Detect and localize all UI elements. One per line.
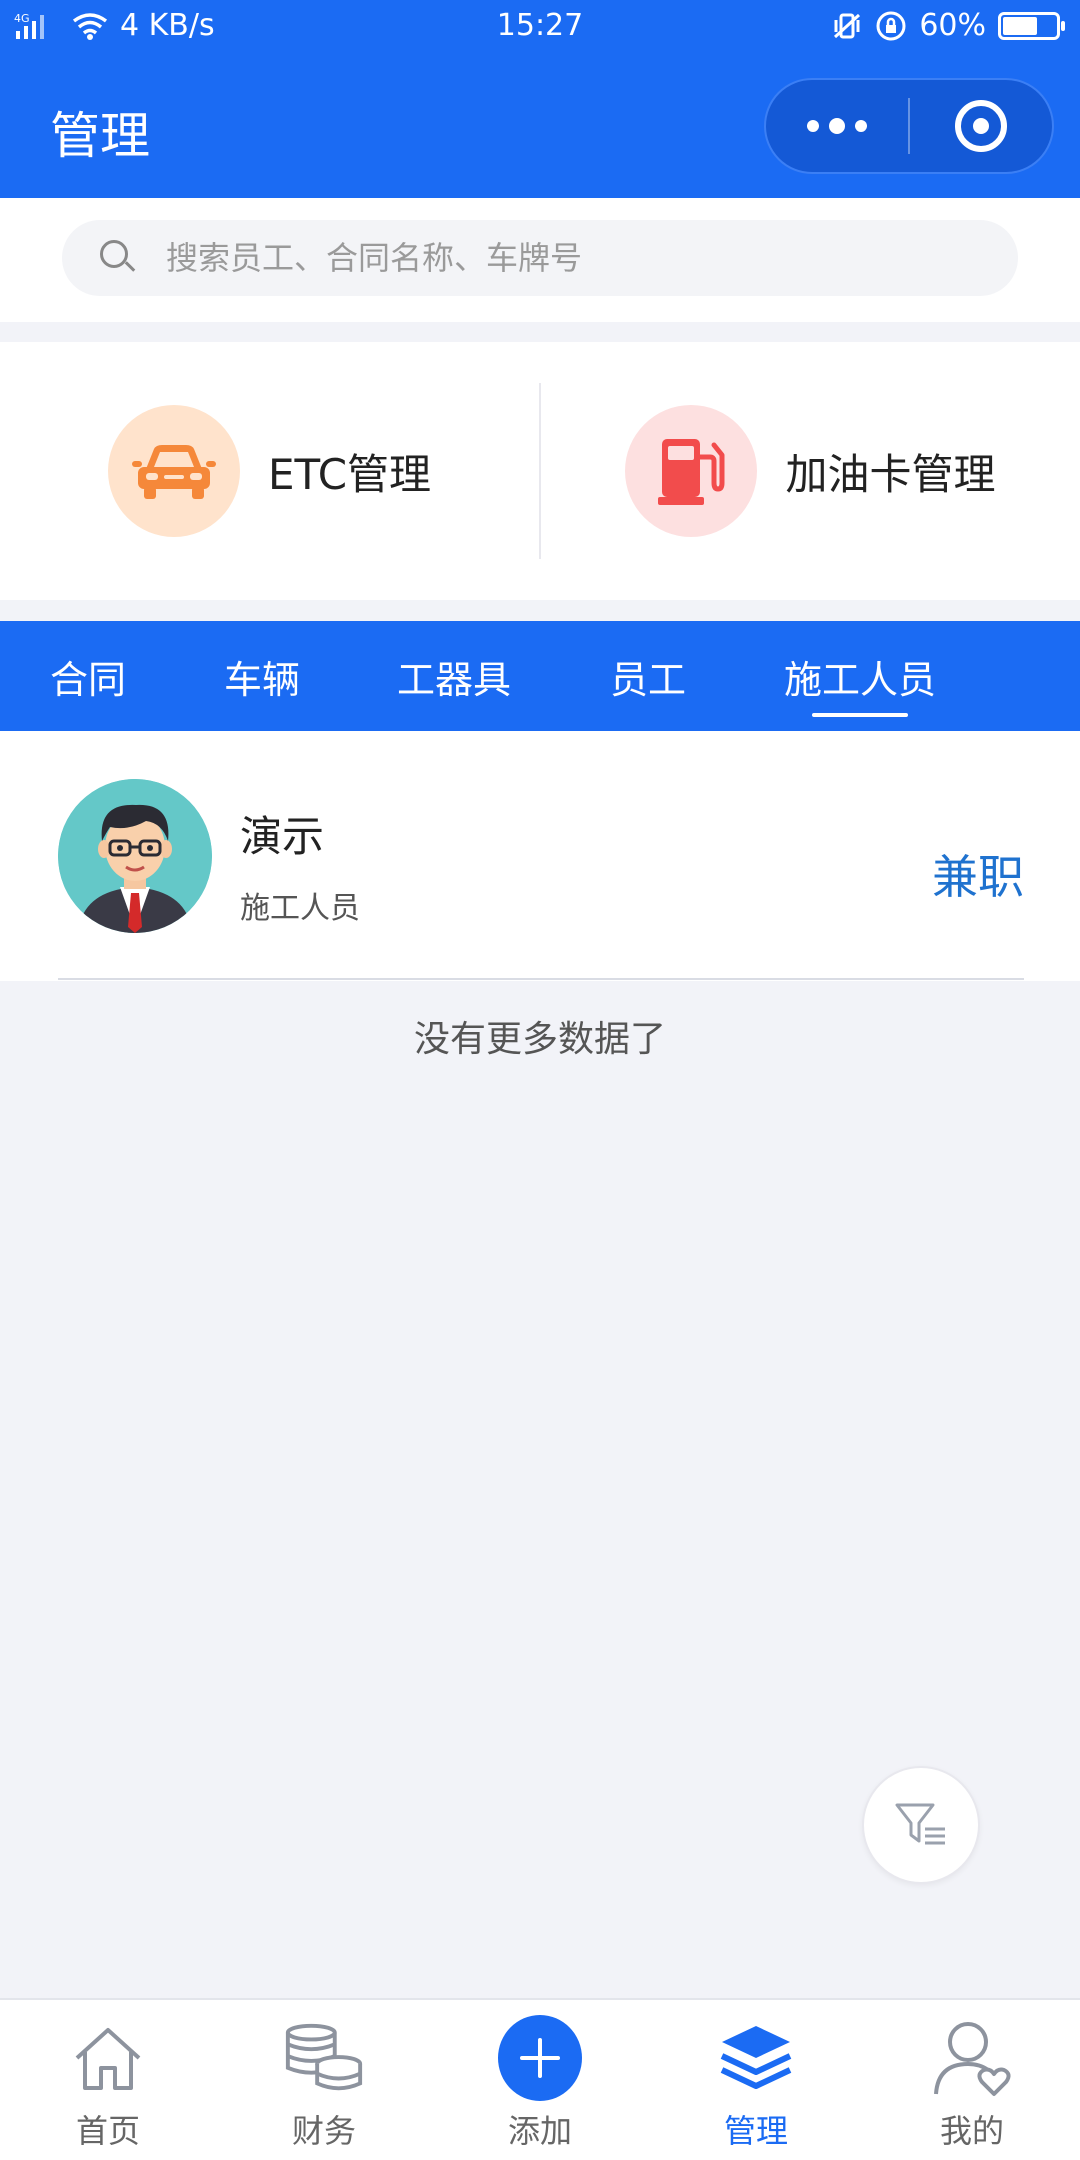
search-input[interactable] [166, 239, 966, 277]
page-title: 管理 [50, 107, 150, 165]
nav-add[interactable]: 添加 [432, 2000, 648, 2160]
more-options-button[interactable] [766, 80, 908, 172]
person-role: 施工人员 [240, 891, 360, 926]
etc-management-card[interactable]: ETC管理 [0, 342, 539, 600]
nav-label: 添加 [507, 2112, 572, 2150]
nav-finance[interactable]: 财务 [216, 2000, 432, 2160]
management-cards: ETC管理 加油卡管理 [0, 342, 1080, 600]
search-bar[interactable] [62, 220, 1018, 296]
tab-construction-workers[interactable]: 施工人员 [784, 621, 936, 731]
filter-icon [895, 1803, 945, 1845]
list-item[interactable]: 演示 施工人员 兼职 [0, 731, 1080, 981]
fuel-pump-icon [658, 439, 725, 505]
car-icon [131, 445, 216, 499]
nav-label: 我的 [939, 2112, 1004, 2150]
category-tabs: 合同 车辆 工器具 员工 施工人员 [0, 621, 1080, 731]
fuel-icon-circle [625, 405, 758, 537]
bottom-navigation: 首页 财务 添加 管理 我的 [0, 1998, 1080, 2160]
tab-label: 工器具 [397, 657, 512, 702]
fuel-card-management-card[interactable]: 加油卡管理 [541, 342, 1080, 600]
nav-home[interactable]: 首页 [0, 2000, 216, 2160]
search-icon [100, 240, 136, 276]
vibrate-icon [834, 13, 861, 38]
nav-label: 管理 [723, 2112, 788, 2150]
close-mini-program-button[interactable] [910, 80, 1052, 172]
active-tab-indicator [812, 713, 909, 717]
tab-vehicles[interactable]: 车辆 [224, 621, 300, 731]
avatar [58, 779, 212, 933]
user-heart-icon [934, 2022, 1011, 2096]
person-name: 演示 [240, 812, 325, 861]
battery-icon [998, 11, 1065, 40]
tab-label: 合同 [50, 657, 127, 702]
nav-manage[interactable]: 管理 [648, 2000, 864, 2160]
nav-label: 首页 [75, 2112, 140, 2150]
tab-employees[interactable]: 员工 [610, 621, 686, 731]
coins-icon [285, 2023, 363, 2091]
add-button[interactable] [498, 2015, 582, 2101]
home-icon [75, 2028, 141, 2090]
employment-type: 兼职 [932, 850, 1024, 904]
etc-icon-circle [107, 405, 240, 537]
tab-label: 施工人员 [784, 657, 937, 702]
fuel-card-management-label: 加油卡管理 [785, 449, 996, 499]
nav-label: 财务 [291, 2112, 356, 2150]
battery-percent: 60% [919, 8, 986, 43]
nav-mine[interactable]: 我的 [864, 2000, 1080, 2160]
rotation-lock-icon [876, 11, 906, 40]
tab-label: 车辆 [224, 657, 301, 702]
list-divider [58, 978, 1024, 980]
filter-button[interactable] [862, 1766, 980, 1884]
tab-contracts[interactable]: 合同 [50, 621, 126, 731]
layers-icon [720, 2026, 792, 2089]
status-bar: 4G 4 KB/s 15:27 60% [0, 0, 1080, 56]
tab-label: 员工 [610, 657, 687, 702]
plus-icon [520, 2038, 560, 2078]
header-bar: 4G 4 KB/s 15:27 60% 管理 [0, 0, 1080, 198]
no-more-data-text: 没有更多数据了 [413, 1019, 666, 1060]
target-icon [954, 100, 1007, 152]
etc-management-label: ETC管理 [267, 449, 432, 499]
search-section [0, 198, 1080, 322]
mini-program-capsule [764, 78, 1054, 174]
tab-tools[interactable]: 工器具 [397, 621, 511, 731]
